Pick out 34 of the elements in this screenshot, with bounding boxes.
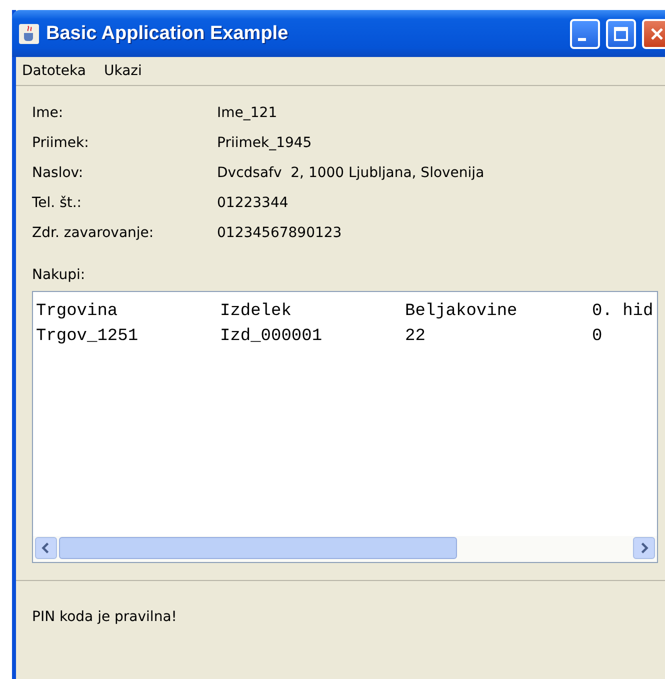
minimize-icon — [578, 38, 586, 41]
field-label: Priimek: — [32, 135, 90, 151]
field-label: Tel. št.: — [32, 195, 83, 211]
field-value: 01234567890123 — [217, 225, 343, 241]
coffee-cup-icon — [18, 22, 40, 44]
scroll-right-icon[interactable] — [633, 537, 655, 559]
horizontal-scrollbar[interactable] — [33, 536, 657, 562]
field-value: 01223344 — [217, 195, 290, 211]
field-label: Zdr. zavarovanje: — [32, 225, 155, 241]
maximize-button[interactable] — [606, 18, 636, 48]
minimize-button[interactable] — [570, 18, 600, 48]
field-value: Dvcdsafv 2, 1000 Ljubljana, Slovenija — [217, 165, 486, 181]
scroll-left-icon[interactable] — [35, 537, 57, 559]
table-cell-text: Trgov_1251 — [36, 327, 140, 346]
field-value: Priimek_1945 — [217, 135, 313, 151]
field-label: Ime: — [32, 105, 64, 121]
status-message: PIN koda je pravilna! — [31, 608, 178, 625]
section-label: Nakupi: — [31, 266, 86, 285]
column-header: 0. hid — [592, 302, 652, 321]
close-icon — [649, 26, 665, 42]
maximize-icon — [613, 26, 629, 42]
scrollbar-thumb[interactable] — [59, 537, 457, 559]
field-label: Naslov: — [32, 165, 84, 181]
window-title: Basic Application Example — [46, 22, 290, 44]
menu-item[interactable]: Ukazi — [104, 63, 142, 79]
field-value: Ime_121 — [217, 105, 278, 121]
column-header: Trgovina — [36, 302, 119, 321]
close-button[interactable] — [642, 18, 665, 48]
menu-item[interactable]: Datoteka — [22, 63, 86, 79]
column-header: Izdelek — [220, 302, 292, 321]
table-cell-text: Izd_000001 — [220, 327, 324, 346]
table-cell-text: 0 — [592, 327, 604, 346]
column-header: Beljakovine — [405, 302, 518, 321]
table-cell-text: 22 — [405, 327, 426, 346]
